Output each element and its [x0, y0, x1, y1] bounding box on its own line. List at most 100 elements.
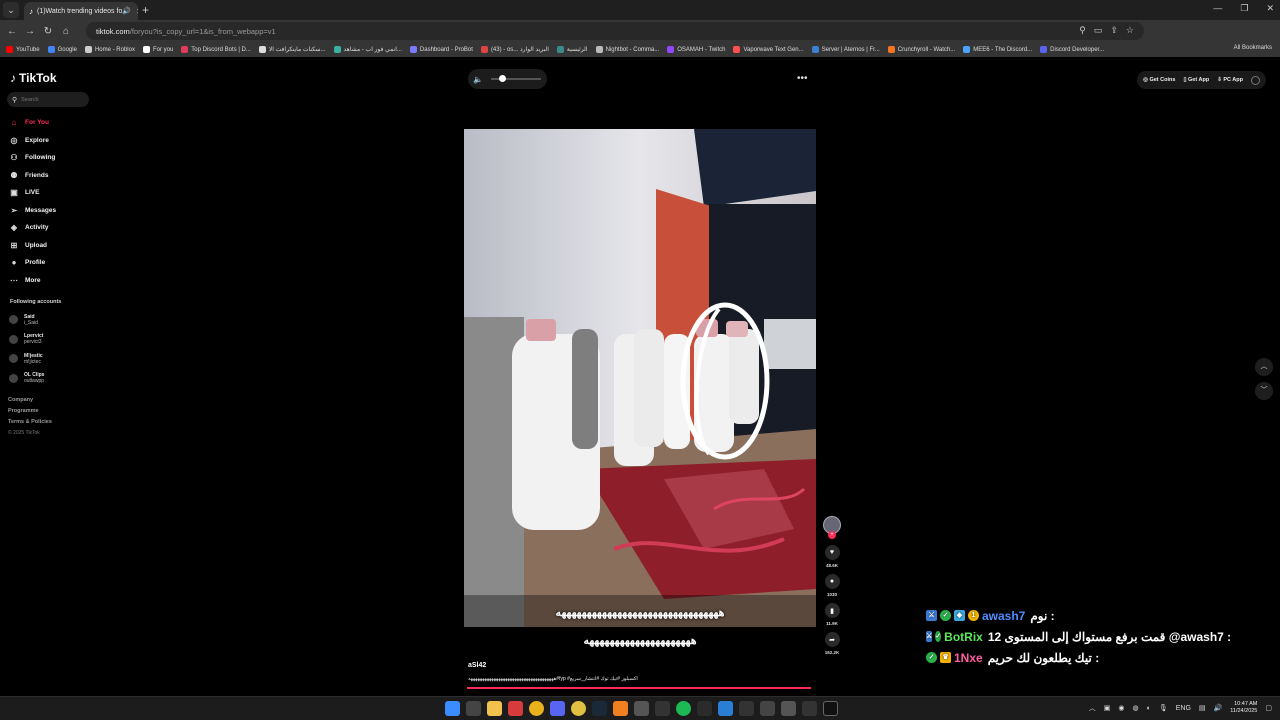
- file-explorer-icon[interactable]: [487, 701, 502, 716]
- network-icon[interactable]: ▤: [1199, 704, 1206, 712]
- tray-app-icon[interactable]: ◐: [1147, 705, 1151, 712]
- volume-icon[interactable]: 🔈: [473, 75, 483, 84]
- get-coins-button[interactable]: ◎ Get Coins: [1143, 77, 1175, 83]
- zoom-icon[interactable]: ⚲: [1079, 25, 1086, 36]
- bookmark-item[interactable]: سكنات ماينكرافت الا...: [258, 46, 326, 53]
- tab-close-icon[interactable]: ✕: [136, 7, 138, 16]
- chrome-icon[interactable]: [529, 701, 544, 716]
- share-arrow-icon[interactable]: ➦: [824, 632, 840, 647]
- bookmark-item[interactable]: For you: [142, 46, 173, 53]
- start-menu-icon[interactable]: [445, 701, 460, 716]
- browser-tab[interactable]: ♪ (1)Watch trending videos fo 🔊 ✕: [24, 2, 138, 20]
- bookmark-item[interactable]: Top Discord Bots | D...: [181, 46, 251, 53]
- language-indicator[interactable]: ENG: [1176, 705, 1191, 712]
- like-heart-icon[interactable]: ♥: [824, 545, 840, 560]
- nav-item-more[interactable]: ⋯ More: [9, 272, 99, 290]
- tiktok-logo[interactable]: ♪ TikTok: [10, 71, 57, 85]
- following-account[interactable]: M!jestic m!jictec: [9, 349, 44, 369]
- video-player[interactable]: ههههههههههههههههههههههههههههههههه: [464, 129, 816, 627]
- nav-item-friends[interactable]: ⚉ Friends: [9, 167, 99, 185]
- app-icon[interactable]: [760, 701, 775, 716]
- user-avatar[interactable]: [1251, 75, 1260, 85]
- search-input[interactable]: ⚲ Search: [7, 92, 89, 107]
- footer-programme-link[interactable]: Programme: [8, 408, 52, 419]
- tiktok-taskbar-icon[interactable]: [823, 701, 838, 716]
- following-account[interactable]: Lpervict pervict3: [9, 330, 44, 350]
- follow-plus-icon[interactable]: +: [828, 531, 836, 539]
- bookmark-item[interactable]: Nightbot - Comma...: [595, 46, 659, 53]
- app-icon[interactable]: [802, 701, 817, 716]
- pc-app-button[interactable]: ⇩ PC App: [1217, 77, 1243, 83]
- previous-video-chevron-up-icon[interactable]: ︿: [1255, 358, 1273, 376]
- bookmark-item[interactable]: الرئيسية: [556, 46, 588, 53]
- terminal-icon[interactable]: [739, 701, 754, 716]
- nav-item-upload[interactable]: ⊞ Upload: [9, 237, 99, 255]
- close-window-icon[interactable]: ✕: [1266, 3, 1274, 14]
- discord-icon[interactable]: [550, 701, 565, 716]
- tray-app-icon[interactable]: ◉: [1118, 704, 1124, 712]
- search-taskbar-icon[interactable]: [466, 701, 481, 716]
- bookmark-item[interactable]: MEE6 - The Discord...: [963, 46, 1032, 53]
- bookmark-item[interactable]: انمي فور اب - مشاهد...: [333, 46, 402, 53]
- reload-icon[interactable]: ↻: [39, 26, 57, 37]
- mic-icon[interactable]: 🎙: [1159, 704, 1168, 712]
- tray-app-icon[interactable]: ▣: [1104, 704, 1111, 712]
- get-app-button[interactable]: ▯ Get App: [1183, 77, 1209, 83]
- tab-search-menu-button[interactable]: ⌄: [3, 2, 19, 18]
- minimize-icon[interactable]: —: [1213, 3, 1222, 14]
- volume-tray-icon[interactable]: 🔊: [1214, 704, 1223, 712]
- volume-control[interactable]: 🔈: [468, 69, 547, 89]
- bookmark-item[interactable]: Server | Aternos | Fr...: [811, 46, 880, 53]
- app-icon[interactable]: [697, 701, 712, 716]
- obs-icon[interactable]: [655, 701, 670, 716]
- footer-terms-link[interactable]: Terms & Policies: [8, 419, 52, 430]
- video-progress-bar[interactable]: [467, 687, 811, 689]
- app-icon[interactable]: [781, 701, 796, 716]
- bookmark-icon[interactable]: ▮: [824, 603, 840, 618]
- volume-slider[interactable]: [490, 75, 541, 82]
- nav-item-activity[interactable]: ◈ Activity: [9, 219, 99, 237]
- app-icon[interactable]: [634, 701, 649, 716]
- share-icon[interactable]: ⇪: [1110, 25, 1118, 36]
- all-bookmarks-button[interactable]: All Bookmarks: [1234, 45, 1272, 51]
- tray-chevron-icon[interactable]: ︿: [1089, 703, 1096, 713]
- steam-icon[interactable]: [592, 701, 607, 716]
- media-app-icon[interactable]: [508, 701, 523, 716]
- footer-company-link[interactable]: Company: [8, 397, 52, 408]
- spotify-icon[interactable]: [676, 701, 691, 716]
- home-icon[interactable]: ⌂: [57, 26, 75, 37]
- following-account[interactable]: Said i_Said: [9, 310, 44, 330]
- nav-item-live[interactable]: ▣ LIVE: [9, 184, 99, 202]
- bookmark-item[interactable]: (43) - os... البريد الوارد: [480, 46, 549, 53]
- bookmark-item[interactable]: Home - Roblox: [84, 46, 135, 53]
- nav-item-messages[interactable]: ➢ Messages: [9, 202, 99, 220]
- nav-item-profile[interactable]: ● Profile: [9, 254, 99, 272]
- tab-audio-icon[interactable]: 🔊: [122, 7, 131, 15]
- bookmark-star-icon[interactable]: ☆: [1126, 25, 1134, 36]
- new-tab-button[interactable]: +: [142, 3, 149, 17]
- vlc-icon[interactable]: [613, 701, 628, 716]
- nav-item-following[interactable]: ⚇ Following: [9, 149, 99, 167]
- clock[interactable]: 10:47 AM 11/24/2025: [1230, 701, 1257, 715]
- bookmark-item[interactable]: Crunchyroll - Watch...: [887, 46, 955, 53]
- more-options-icon[interactable]: •••: [797, 73, 808, 84]
- chrome-profile-icon[interactable]: [571, 701, 586, 716]
- url-input[interactable]: tiktok.com/foryou?is_copy_url=1&is_from_…: [86, 22, 1144, 40]
- maximize-icon[interactable]: ❐: [1240, 3, 1248, 14]
- bookmark-item[interactable]: YouTube: [6, 46, 40, 53]
- cast-icon[interactable]: ▭: [1094, 25, 1103, 36]
- back-icon[interactable]: ←: [3, 26, 21, 37]
- next-video-chevron-down-icon[interactable]: ﹀: [1255, 382, 1273, 400]
- bookmark-item[interactable]: Google: [47, 46, 77, 53]
- bookmark-item[interactable]: Discord Developer...: [1040, 46, 1104, 53]
- forward-icon[interactable]: →: [21, 26, 39, 37]
- tray-app-icon[interactable]: ◍: [1133, 704, 1139, 712]
- comment-icon[interactable]: ●: [824, 574, 840, 589]
- following-account[interactable]: OL Clips outlawpp: [9, 369, 44, 389]
- bookmark-item[interactable]: Vaporwave Text Gen...: [733, 46, 804, 53]
- vscode-icon[interactable]: [718, 701, 733, 716]
- notifications-icon[interactable]: ▢: [1265, 704, 1272, 712]
- nav-item-for-you[interactable]: ⌂ For You: [9, 114, 99, 132]
- video-author[interactable]: aSl42: [468, 662, 486, 669]
- nav-item-explore[interactable]: ◎ Explore: [9, 132, 99, 150]
